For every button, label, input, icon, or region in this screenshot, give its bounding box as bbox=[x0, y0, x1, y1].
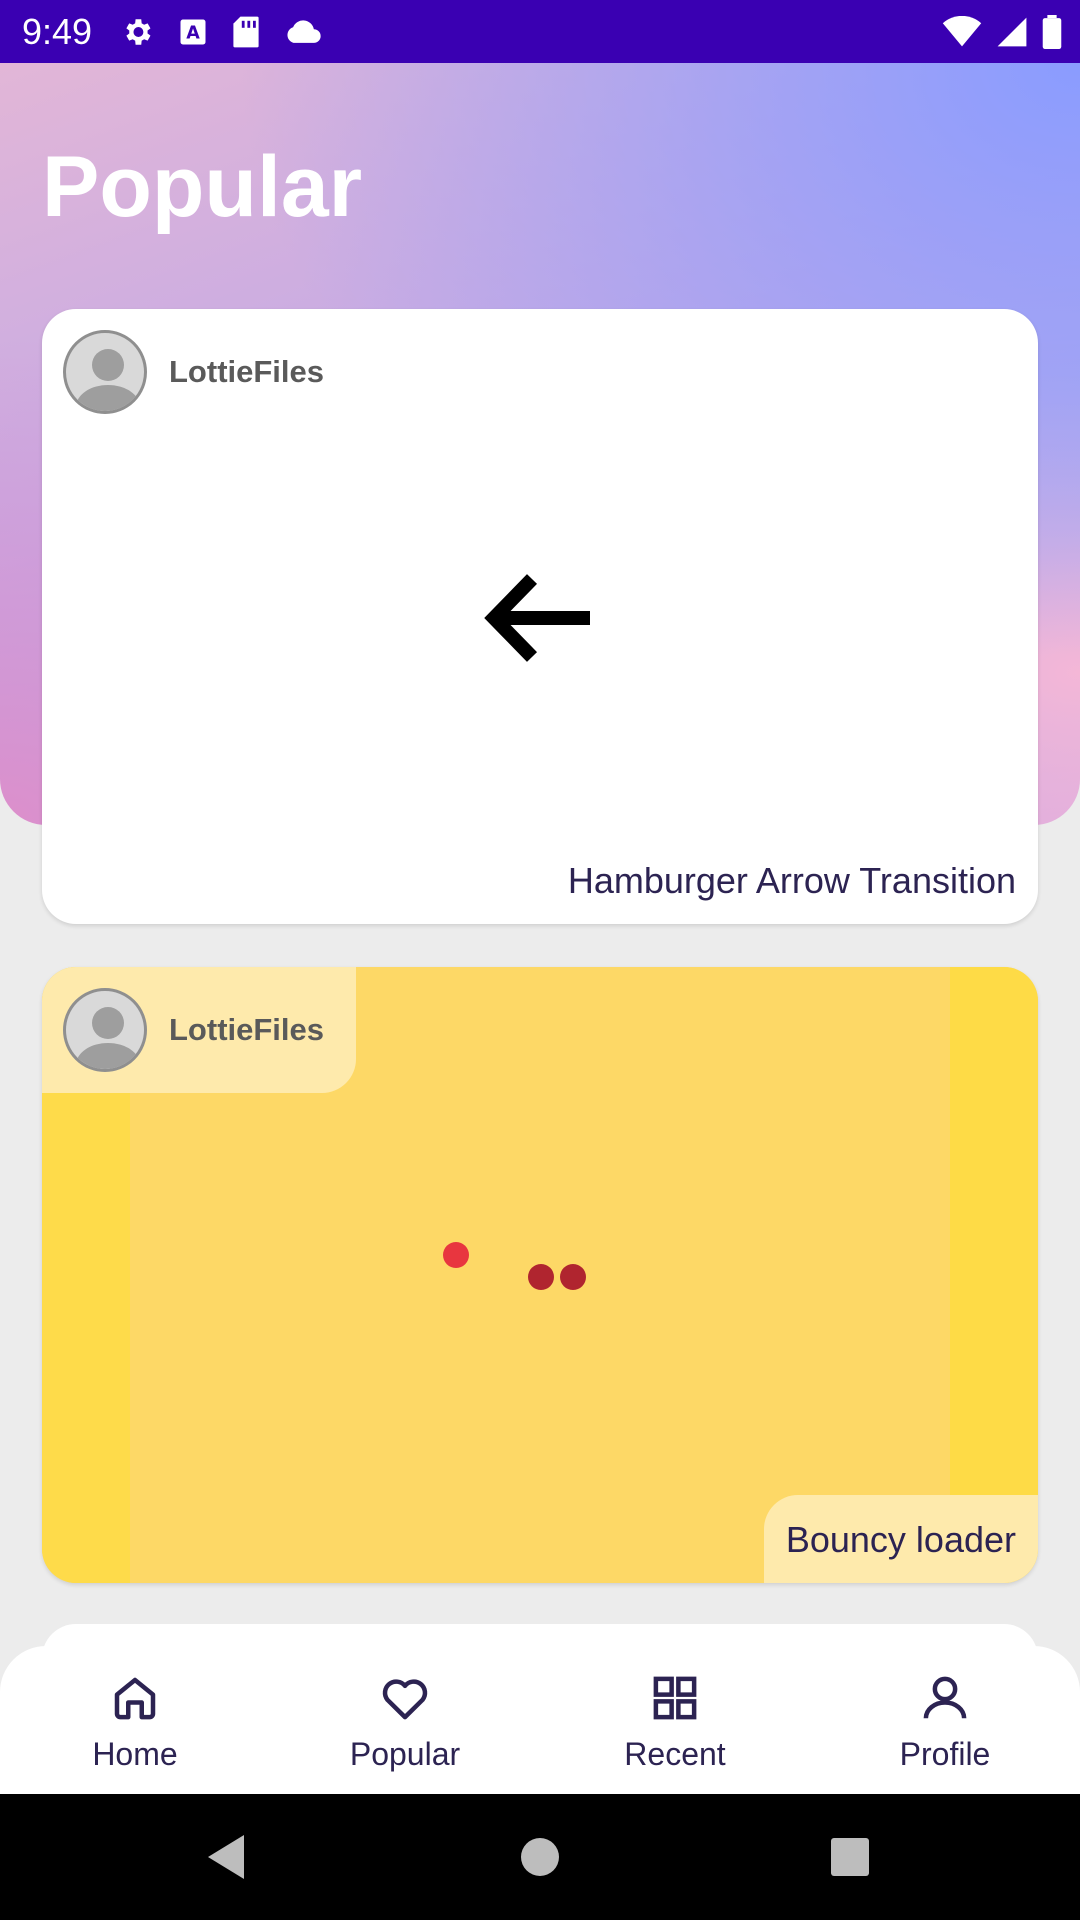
status-time: 9:49 bbox=[22, 10, 93, 52]
loader-dot bbox=[528, 1264, 554, 1290]
grid-icon bbox=[648, 1671, 702, 1730]
animation-card[interactable]: LottieFiles Hamburger Arrow Transition bbox=[42, 309, 1038, 924]
nav-label: Home bbox=[92, 1736, 178, 1772]
nav-item-popular[interactable]: Popular bbox=[270, 1646, 540, 1794]
battery-icon bbox=[1042, 14, 1062, 49]
nav-item-recent[interactable]: Recent bbox=[540, 1646, 810, 1794]
recents-square-icon[interactable] bbox=[790, 1794, 910, 1920]
card-title-wrap: Bouncy loader bbox=[763, 1495, 1038, 1583]
home-circle-icon[interactable] bbox=[480, 1794, 600, 1920]
person-icon bbox=[918, 1671, 972, 1730]
back-icon[interactable] bbox=[166, 1794, 286, 1920]
page-title: Popular bbox=[42, 139, 363, 235]
loader-dot bbox=[560, 1264, 586, 1290]
nav-label: Popular bbox=[349, 1736, 461, 1772]
author-name: LottieFiles bbox=[169, 1012, 325, 1047]
status-icons-left: A bbox=[120, 15, 322, 49]
nav-label: Recent bbox=[624, 1736, 726, 1772]
author-name: LottieFiles bbox=[169, 354, 325, 389]
home-icon bbox=[108, 1671, 162, 1730]
svg-text:A: A bbox=[186, 23, 200, 43]
card-author[interactable]: LottieFiles bbox=[42, 309, 324, 435]
animation-card[interactable]: LottieFiles Bouncy loader bbox=[42, 967, 1038, 1583]
status-bar: 9:49 A bbox=[0, 0, 1080, 63]
loader-dot bbox=[443, 1242, 469, 1268]
sd-card-icon bbox=[232, 15, 260, 49]
cloud-icon bbox=[284, 18, 322, 46]
nav-item-home[interactable]: Home bbox=[0, 1646, 270, 1794]
card-title: Hamburger Arrow Transition bbox=[567, 860, 1016, 901]
nav-item-profile[interactable]: Profile bbox=[810, 1646, 1080, 1794]
signal-icon bbox=[996, 16, 1028, 48]
status-icons-right bbox=[942, 0, 1062, 63]
bottom-nav: Home Popular Recent Profile bbox=[0, 1646, 1080, 1794]
wifi-icon bbox=[942, 15, 982, 48]
avatar bbox=[63, 330, 147, 414]
arrow-left-icon bbox=[484, 571, 594, 670]
nav-label: Profile bbox=[899, 1736, 991, 1772]
card-author[interactable]: LottieFiles bbox=[42, 967, 356, 1093]
heart-icon bbox=[378, 1671, 432, 1730]
system-nav-bar bbox=[0, 1794, 1080, 1920]
avatar bbox=[63, 988, 147, 1072]
card-title: Bouncy loader bbox=[785, 1519, 1016, 1560]
text-a-icon: A bbox=[178, 17, 208, 47]
gear-icon bbox=[120, 15, 154, 49]
